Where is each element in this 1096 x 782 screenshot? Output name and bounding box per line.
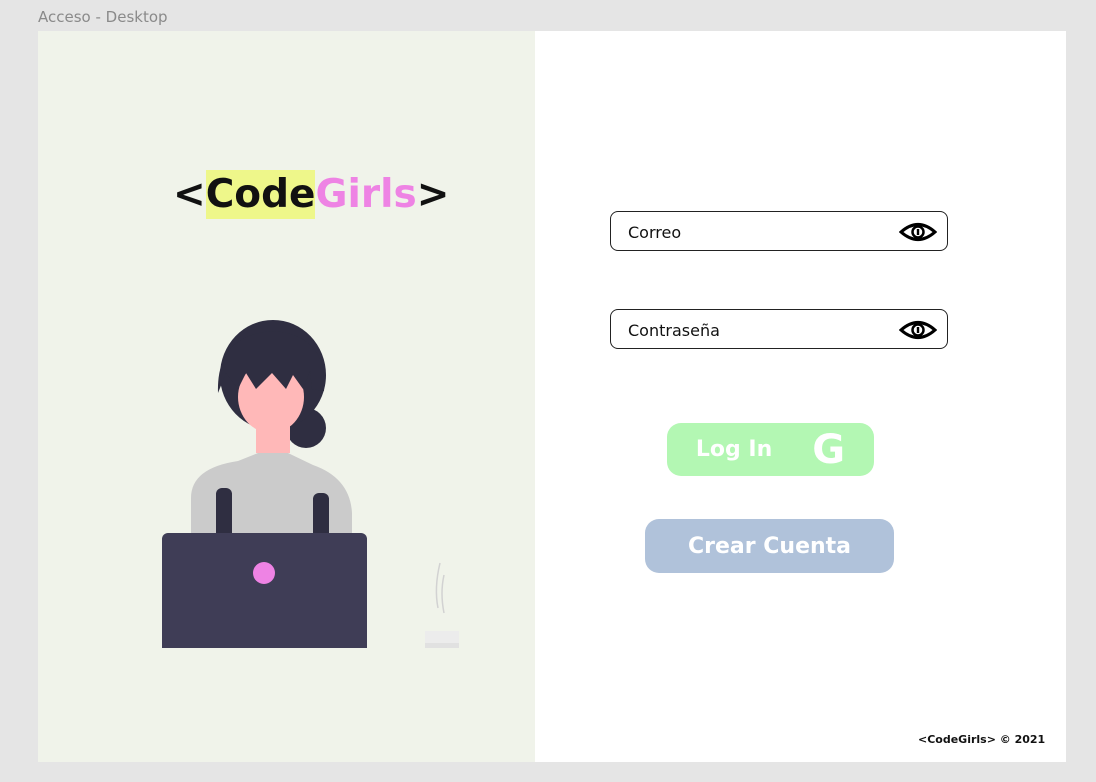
- frame-label: Acceso - Desktop: [38, 8, 168, 26]
- login-button-label: Log In: [695, 437, 773, 462]
- google-g-icon: G: [812, 426, 846, 473]
- password-field: [610, 309, 948, 350]
- logo-girls-text: Girls: [315, 171, 417, 217]
- login-page: < Code Girls > Correo Log In G Crear Cue…: [38, 31, 1066, 762]
- eye-icon[interactable]: [899, 319, 937, 341]
- laptop: [162, 533, 367, 648]
- email-field: [610, 211, 948, 252]
- logo-close-bracket: >: [416, 171, 450, 217]
- brand-panel: < Code Girls >: [38, 31, 535, 762]
- woman-at-laptop-illustration: [162, 320, 459, 648]
- login-button[interactable]: Log In G: [667, 423, 874, 476]
- create-account-button[interactable]: Crear Cuenta: [645, 519, 894, 573]
- laptop-logo: [253, 562, 275, 584]
- brand-logo: < Code Girls >: [173, 168, 449, 220]
- logo-code-text: Code: [205, 169, 316, 219]
- password-input[interactable]: [626, 310, 890, 350]
- eye-icon[interactable]: [899, 221, 937, 243]
- email-input[interactable]: [626, 212, 890, 252]
- footer-copyright: <CodeGirls> © 2021: [918, 733, 1046, 746]
- logo-open-bracket: <: [173, 171, 206, 217]
